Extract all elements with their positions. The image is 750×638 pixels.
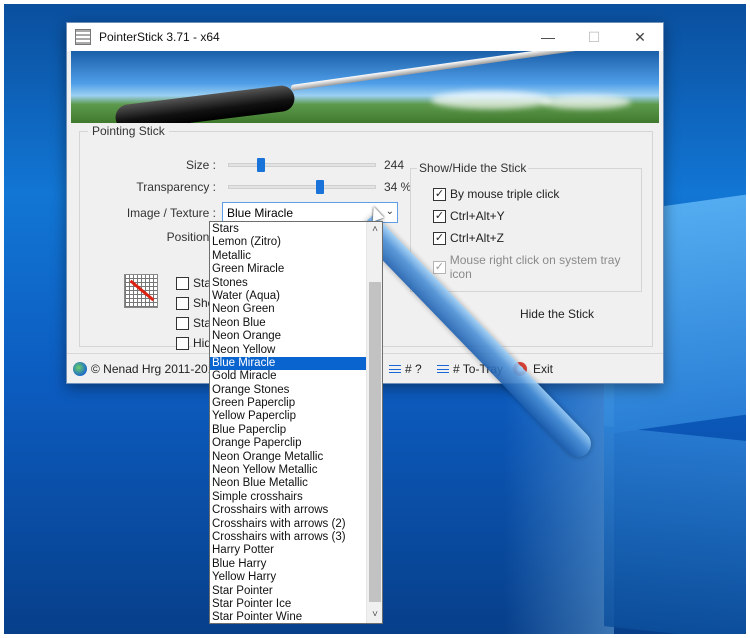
app-icon	[75, 29, 91, 45]
transparency-value: 34 %	[384, 180, 412, 194]
maximize-button[interactable]: ☐	[571, 23, 617, 51]
transparency-slider[interactable]	[228, 180, 376, 194]
dropdown-option[interactable]: Yellow Harry	[210, 571, 367, 584]
globe-icon[interactable]	[73, 362, 87, 376]
dropdown-option[interactable]: Star Pointer Wine	[210, 611, 367, 623]
image-texture-selected: Blue Miracle	[227, 206, 294, 220]
show-hide-option-label: Ctrl+Alt+Y	[450, 209, 505, 223]
exit-link[interactable]: Exit	[533, 362, 553, 376]
show-hide-option-label: Mouse right click on system tray icon	[449, 253, 621, 281]
copyright-link[interactable]: © Nenad Hrg 2011-2019	[91, 362, 221, 376]
help-menu-icon[interactable]	[389, 365, 401, 373]
dropdown-option[interactable]: Blue Harry	[210, 558, 367, 571]
size-slider-thumb[interactable]	[257, 158, 265, 172]
dropdown-option[interactable]: Neon Yellow Metallic	[210, 464, 367, 477]
dropdown-option[interactable]: Orange Stones	[210, 384, 367, 397]
dropdown-option[interactable]: Simple crosshairs	[210, 491, 367, 504]
show-hide-option-row[interactable]: ✓ Ctrl+Alt+Z	[433, 231, 504, 245]
startup-option-checkbox[interactable]	[176, 336, 189, 350]
dropdown-option[interactable]: Blue Miracle	[210, 356, 367, 371]
dropdown-option[interactable]: Neon Orange Metallic	[210, 451, 367, 464]
title-bar[interactable]: PointerStick 3.71 - x64 — ☐ ✕	[67, 23, 663, 51]
position-label: Position :	[166, 230, 216, 244]
desktop-window-pane-bottom	[604, 426, 746, 634]
show-hide-option-label: Ctrl+Alt+Z	[450, 231, 505, 245]
transparency-label: Transparency :	[136, 180, 216, 194]
dropdown-option[interactable]: Gold Miracle	[210, 370, 367, 383]
hide-the-stick-button[interactable]: Hide the Stick	[492, 302, 622, 326]
dropdown-option[interactable]: Lemon (Zitro)	[210, 236, 367, 249]
size-slider[interactable]	[228, 158, 376, 172]
dropdown-option[interactable]: Green Miracle	[210, 263, 367, 276]
show-hide-group: Show/Hide the Stick ✓ By mouse triple cli…	[410, 161, 642, 292]
show-hide-option-checkbox: ✓	[433, 260, 446, 274]
size-value: 244	[384, 158, 405, 172]
show-hide-option-checkbox[interactable]: ✓	[433, 187, 446, 201]
scroll-down-icon[interactable]: ˅	[367, 607, 382, 623]
startup-option-checkbox[interactable]	[176, 296, 189, 310]
dropdown-option[interactable]: Orange Paperclip	[210, 437, 367, 450]
chevron-down-icon[interactable]: ⌄	[386, 206, 394, 217]
dropdown-option[interactable]: Metallic	[210, 250, 367, 263]
show-hide-option-row[interactable]: ✓ By mouse triple click	[433, 187, 559, 201]
dropdown-option[interactable]: Neon Green	[210, 303, 367, 316]
dropdown-scrollbar[interactable]: ˄ ˅	[366, 222, 382, 623]
show-hide-option-label: By mouse triple click	[450, 187, 560, 201]
banner-cloud	[431, 91, 551, 109]
dropdown-option[interactable]: Stars	[210, 223, 367, 236]
dropdown-option[interactable]: Neon Blue	[210, 317, 367, 330]
dropdown-option[interactable]: Yellow Paperclip	[210, 410, 367, 423]
banner-stick-grip	[114, 84, 296, 123]
dropdown-option[interactable]: Stones	[210, 277, 367, 290]
show-hide-option-row: ✓ Mouse right click on system tray icon	[433, 253, 641, 281]
close-button[interactable]: ✕	[617, 23, 663, 51]
image-texture-label: Image / Texture :	[126, 206, 216, 220]
dropdown-option[interactable]: Neon Blue Metallic	[210, 477, 367, 490]
dropdown-option[interactable]: Crosshairs with arrows	[210, 504, 367, 517]
transparency-slider-thumb[interactable]	[315, 180, 324, 194]
banner-cloud	[541, 95, 631, 109]
dropdown-option[interactable]: Crosshairs with arrows (2)	[210, 518, 367, 531]
dropdown-option[interactable]: Neon Orange	[210, 330, 367, 343]
scroll-up-icon[interactable]: ˄	[367, 222, 382, 238]
banner-stick-shaft	[290, 51, 658, 91]
startup-option-checkbox[interactable]	[176, 316, 189, 330]
dropdown-option[interactable]: Neon Yellow	[210, 344, 367, 357]
dropdown-option[interactable]: Green Paperclip	[210, 397, 367, 410]
dropdown-option[interactable]: Harry Potter	[210, 544, 367, 557]
dropdown-option[interactable]: Star Pointer Ice	[210, 598, 367, 611]
show-hide-option-checkbox[interactable]: ✓	[433, 209, 446, 223]
minimize-button[interactable]: —	[525, 23, 571, 51]
cursor-grid-icon	[124, 274, 158, 308]
image-texture-dropdown-list[interactable]: Stars Lemon (Zitro) Metallic Green Miracle S…	[209, 221, 383, 624]
to-tray-menu-icon[interactable]	[437, 365, 449, 373]
header-banner	[71, 51, 659, 123]
scrollbar-thumb[interactable]	[369, 282, 381, 602]
pointing-stick-group-title: Pointing Stick	[88, 124, 169, 138]
show-hide-group-title: Show/Hide the Stick	[417, 161, 529, 175]
help-link[interactable]: # ?	[405, 362, 422, 376]
dropdown-options: Stars Lemon (Zitro) Metallic Green Miracle S…	[210, 223, 367, 623]
window-title: PointerStick 3.71 - x64	[99, 30, 220, 44]
show-hide-option-row[interactable]: ✓ Ctrl+Alt+Y	[433, 209, 505, 223]
startup-option-checkbox[interactable]	[176, 276, 189, 290]
show-hide-option-checkbox[interactable]: ✓	[433, 231, 446, 245]
dropdown-option[interactable]: Blue Paperclip	[210, 424, 367, 437]
dropdown-option[interactable]: Star Pointer	[210, 585, 367, 598]
size-label: Size :	[185, 158, 216, 172]
dropdown-option[interactable]: Water (Aqua)	[210, 290, 367, 303]
dropdown-option[interactable]: Crosshairs with arrows (3)	[210, 531, 367, 544]
